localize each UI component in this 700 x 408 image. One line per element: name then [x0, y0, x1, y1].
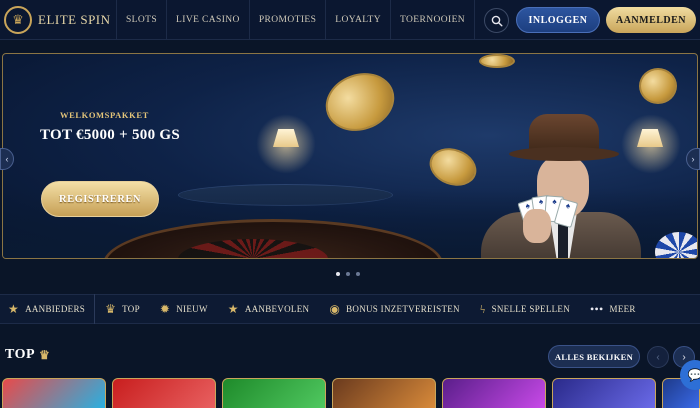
carousel-dots — [336, 272, 360, 276]
hero-subtitle: Welkomspakket — [60, 110, 149, 120]
section-title-text: TOP — [5, 347, 36, 362]
category-bar: ★ AANBIEDERS ♛ TOP ✹ NIEUW ★ AANBEVOLEN … — [0, 294, 700, 324]
more-dots-icon: ••• — [590, 301, 604, 316]
search-icon — [491, 15, 503, 27]
game-tile[interactable] — [222, 378, 326, 408]
game-tile[interactable] — [442, 378, 546, 408]
category-aanbieders[interactable]: ★ AANBIEDERS — [0, 294, 96, 324]
category-snelle-spellen[interactable]: ϟ SNELLE SPELLEN — [470, 294, 580, 324]
game-tile[interactable] — [552, 378, 656, 408]
star-icon: ★ — [8, 301, 20, 316]
logo-text: ELITE SPIN — [38, 11, 111, 27]
category-label: AANBIEDERS — [25, 304, 86, 314]
tie — [558, 222, 568, 258]
coin-icon: ◉ — [329, 301, 341, 316]
hero-title: Tot €5000 + 500 GS — [39, 127, 181, 143]
nav-item-live-casino[interactable]: LIVE CASINO — [166, 0, 249, 40]
chat-icon: 💬 — [687, 368, 700, 382]
login-button[interactable]: INLOGGEN — [516, 7, 600, 33]
main-nav: SLOTS LIVE CASINO PROMOTIES LOYALTY TOER… — [116, 0, 476, 40]
chevron-right-icon: › — [682, 351, 686, 363]
hero-banner: ♠ ♠ ♠ ♠ — [2, 53, 698, 259]
category-label: NIEUW — [176, 304, 208, 314]
category-meer[interactable]: ••• MEER — [580, 294, 646, 324]
nav-item-loyalty[interactable]: LOYALTY — [325, 0, 390, 40]
game-tile[interactable] — [112, 378, 216, 408]
chevron-left-icon: ‹ — [5, 154, 9, 164]
carousel-dot[interactable] — [336, 272, 340, 276]
chevron-left-icon: ‹ — [656, 351, 660, 363]
category-label: MEER — [609, 304, 636, 314]
logo-emblem-icon: ♛ — [4, 5, 32, 34]
game-tile[interactable] — [332, 378, 436, 408]
gold-coin — [424, 141, 482, 193]
carousel-dot[interactable] — [356, 272, 360, 276]
gold-coin — [639, 68, 677, 104]
site-header: ♛ ELITE SPIN SLOTS LIVE CASINO PROMOTIES… — [0, 0, 700, 40]
category-label: AANBEVOLEN — [244, 304, 310, 314]
view-all-button[interactable]: ALLES BEKIJKEN — [548, 345, 640, 368]
carousel-dot[interactable] — [346, 272, 350, 276]
category-bonus-inzetvereisten[interactable]: ◉ BONUS INZETVEREISTEN — [319, 294, 470, 324]
game-tile[interactable] — [2, 378, 106, 408]
category-top[interactable]: ♛ TOP — [95, 294, 150, 324]
nav-item-toernooien[interactable]: TOERNOOIEN — [390, 0, 476, 40]
nav-item-slots[interactable]: SLOTS — [116, 0, 166, 40]
hand — [523, 209, 551, 243]
crown-icon: ♛ — [105, 301, 117, 316]
search-button[interactable] — [484, 8, 509, 33]
nav-item-promoties[interactable]: PROMOTIES — [248, 0, 325, 40]
category-aanbevolen[interactable]: ★ AANBEVOLEN — [218, 294, 320, 324]
games-prev-button[interactable]: ‹ — [647, 346, 669, 368]
category-label: TOP — [122, 304, 140, 314]
chevron-right-icon: › — [691, 154, 695, 164]
hat-brim — [509, 147, 619, 161]
star-icon: ★ — [227, 301, 239, 316]
category-label: SNELLE SPELLEN — [491, 304, 571, 314]
gold-coin — [317, 63, 403, 141]
crown-icon: ♛ — [39, 347, 51, 362]
logo[interactable]: ♛ ELITE SPIN — [4, 5, 112, 34]
gold-coin — [479, 54, 515, 68]
lightning-icon: ϟ — [479, 301, 486, 316]
section-title: TOP ♛ — [5, 347, 50, 363]
signup-button[interactable]: AANMELDEN — [606, 7, 696, 33]
category-nieuw[interactable]: ✹ NIEUW — [150, 294, 218, 324]
new-badge-icon: ✹ — [159, 301, 171, 316]
register-button[interactable]: REGISTREREN — [41, 181, 159, 217]
category-label: BONUS INZETVEREISTEN — [346, 304, 460, 314]
hero-character: ♠ ♠ ♠ ♠ — [481, 114, 641, 258]
